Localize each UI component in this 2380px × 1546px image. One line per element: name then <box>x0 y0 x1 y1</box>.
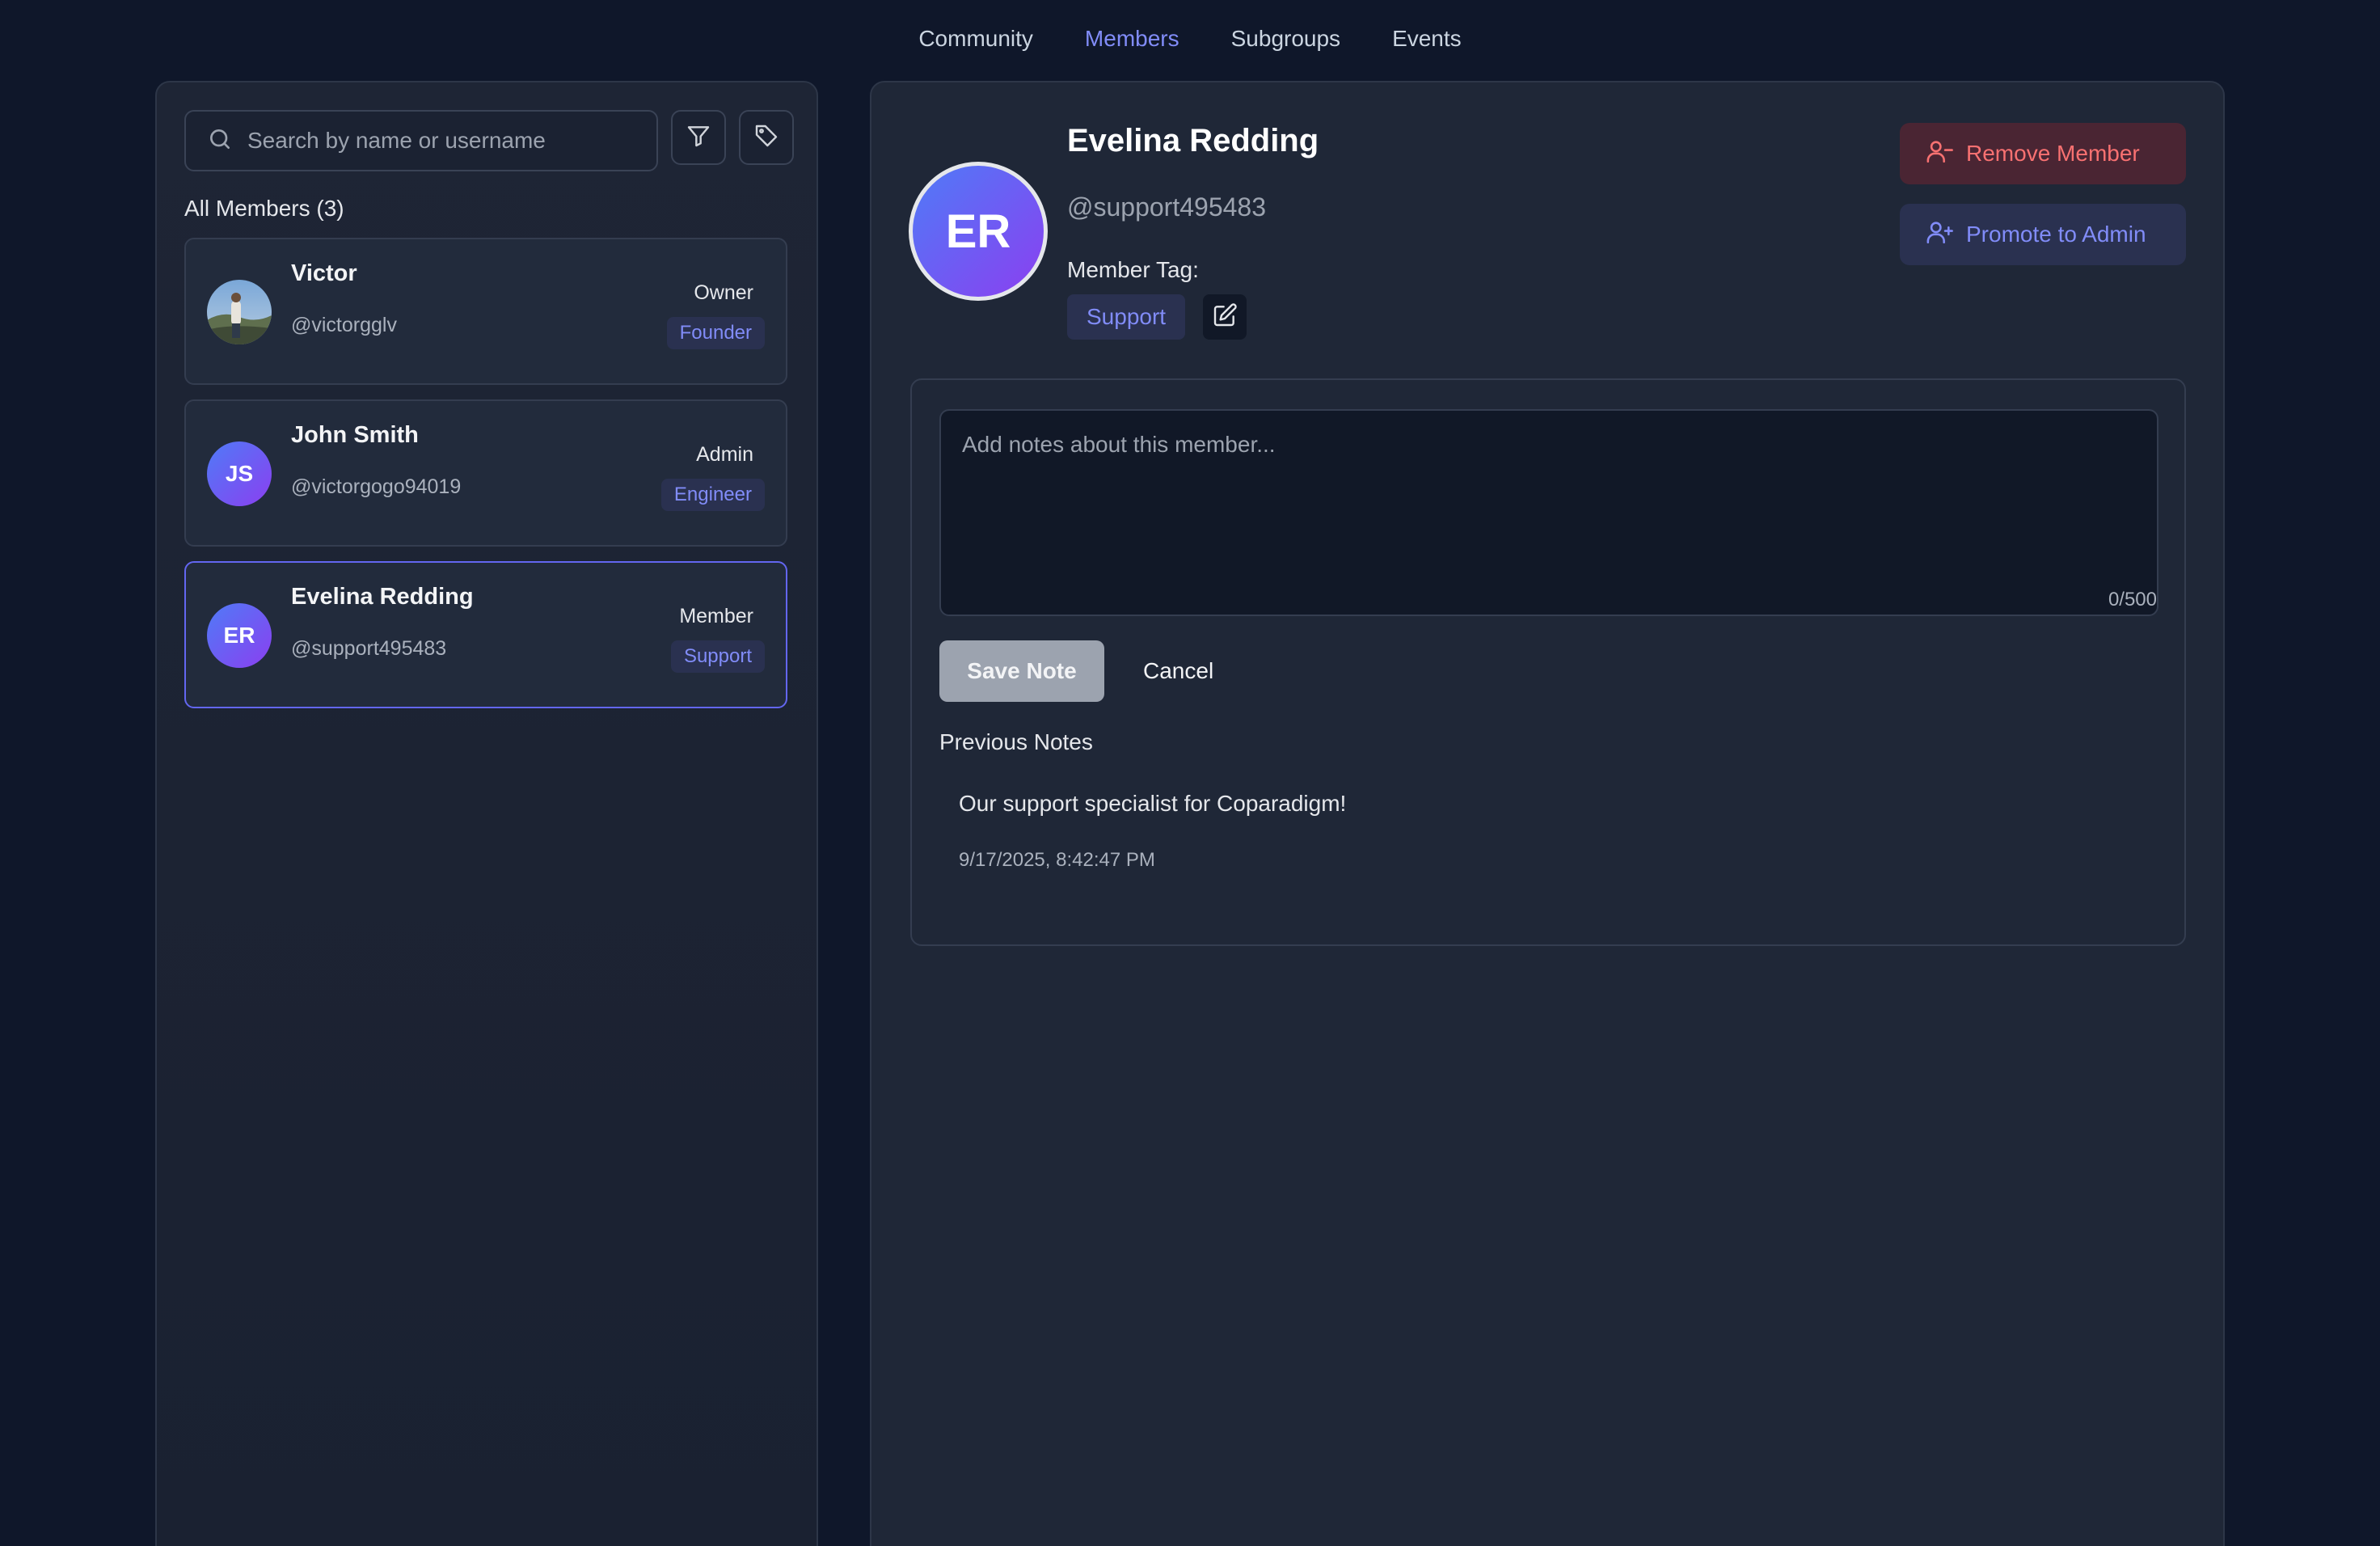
member-name: John Smith <box>291 422 419 448</box>
filter-icon <box>686 123 711 153</box>
member-card-john-smith[interactable]: JS John Smith @victorgogo94019 Admin Eng… <box>184 399 787 547</box>
save-note-button[interactable]: Save Note <box>939 640 1104 702</box>
member-tag-badge: Engineer <box>660 479 765 511</box>
member-tag-badge: Support <box>670 640 765 673</box>
filter-button[interactable] <box>671 110 726 165</box>
notes-textarea[interactable] <box>939 409 2158 616</box>
avatar: ER <box>207 603 272 668</box>
tab-community[interactable]: Community <box>918 26 1033 52</box>
notes-section: 0/500 Save Note Cancel Previous Notes Ou… <box>910 378 2186 946</box>
profile-username: @support495483 <box>1067 192 1266 222</box>
member-name: Victor <box>291 260 357 286</box>
member-tag-label: Member Tag: <box>1067 257 1199 282</box>
previous-notes-heading: Previous Notes <box>939 729 1093 754</box>
member-username: @victorgglv <box>291 314 397 336</box>
member-detail-panel: ER Evelina Redding @support495483 Member… <box>870 81 2225 1546</box>
top-nav: Community Members Subgroups Events <box>0 0 2380 78</box>
member-card-victor[interactable]: Victor @victorgglv Owner Founder <box>184 238 787 385</box>
tab-subgroups[interactable]: Subgroups <box>1231 26 1340 52</box>
edit-tag-button[interactable] <box>1203 294 1247 340</box>
char-count: 0/500 <box>2108 589 2157 610</box>
members-sidebar: All Members (3) Victor @victorgglv Owner… <box>155 81 818 1546</box>
profile-avatar: ER <box>909 162 1048 301</box>
member-role: Owner <box>694 281 753 304</box>
member-username: @support495483 <box>291 637 447 660</box>
edit-icon <box>1212 302 1238 332</box>
profile-name: Evelina Redding <box>1067 123 1319 158</box>
remove-member-button[interactable]: Remove Member <box>1900 123 2186 184</box>
avatar: JS <box>207 441 272 506</box>
remove-member-label: Remove Member <box>1966 141 2140 166</box>
note-timestamp: 9/17/2025, 8:42:47 PM <box>959 849 1155 871</box>
member-role: Member <box>679 605 753 627</box>
member-role: Admin <box>696 443 753 466</box>
user-minus-icon <box>1926 137 1953 171</box>
member-card-evelina-redding[interactable]: ER Evelina Redding @support495483 Member… <box>184 561 787 708</box>
member-tag-chip: Support <box>1067 294 1186 340</box>
tab-events[interactable]: Events <box>1392 26 1462 52</box>
note-text: Our support specialist for Coparadigm! <box>959 791 1347 816</box>
promote-admin-label: Promote to Admin <box>1966 222 2146 247</box>
member-name: Evelina Redding <box>291 584 474 610</box>
search-input[interactable] <box>247 128 635 154</box>
member-tag-badge: Founder <box>666 317 765 349</box>
user-plus-icon <box>1926 218 1953 251</box>
cancel-button[interactable]: Cancel <box>1124 640 1233 702</box>
all-members-heading: All Members (3) <box>184 196 344 221</box>
search-field[interactable] <box>184 110 658 171</box>
tab-members[interactable]: Members <box>1085 26 1179 52</box>
promote-admin-button[interactable]: Promote to Admin <box>1900 204 2186 265</box>
member-username: @victorgogo94019 <box>291 475 462 498</box>
tag-filter-button[interactable] <box>739 110 794 165</box>
search-icon <box>207 126 233 156</box>
tag-icon <box>753 123 779 153</box>
avatar <box>207 280 272 344</box>
